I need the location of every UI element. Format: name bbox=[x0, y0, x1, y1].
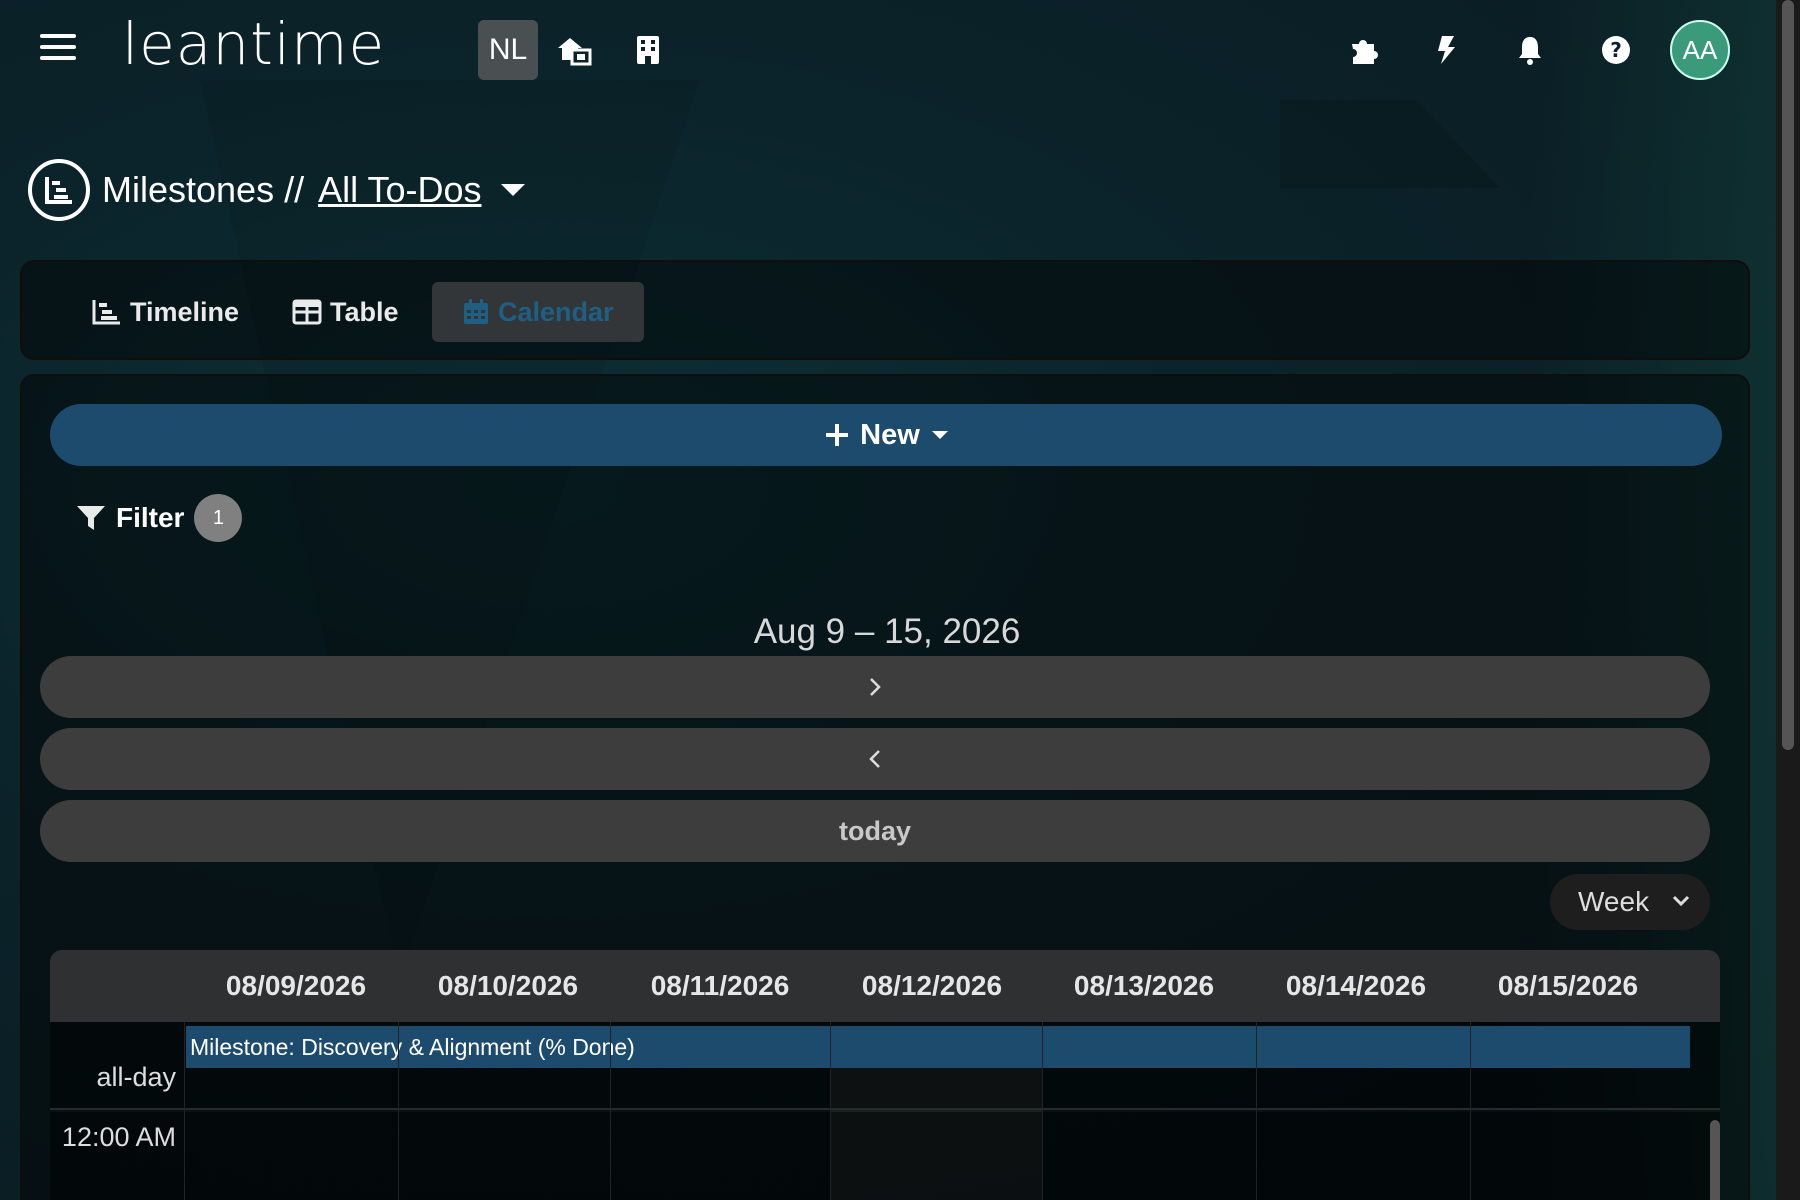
calendar-header: 08/09/2026 08/10/2026 08/11/2026 08/12/2… bbox=[50, 950, 1720, 1022]
chevron-left-icon bbox=[869, 750, 880, 768]
new-button[interactable]: New bbox=[50, 404, 1722, 466]
day-header: 08/09/2026 bbox=[225, 970, 367, 1001]
calendar-scrollbar[interactable] bbox=[1710, 1120, 1720, 1200]
next-week-button[interactable] bbox=[40, 656, 1710, 718]
view-selector-link[interactable]: All To-Dos bbox=[318, 169, 481, 211]
puzzle-icon[interactable] bbox=[1344, 30, 1384, 70]
project-badge[interactable]: NL bbox=[478, 20, 538, 80]
calendar-grid: 08/09/2026 08/10/2026 08/11/2026 08/12/2… bbox=[50, 950, 1720, 1200]
filter-icon bbox=[77, 506, 105, 530]
tab-timeline[interactable]: Timeline bbox=[82, 282, 249, 342]
tab-label: Table bbox=[330, 296, 399, 327]
tab-label: Timeline bbox=[130, 296, 240, 327]
view-tabs: Timeline Table Calendar bbox=[20, 260, 1750, 360]
previous-week-button[interactable] bbox=[40, 728, 1710, 790]
building-icon[interactable] bbox=[628, 30, 668, 70]
top-bar: leantime NL ? AA bbox=[0, 0, 1780, 100]
day-header: 08/14/2026 bbox=[1285, 970, 1427, 1001]
grid-line bbox=[398, 1022, 399, 1200]
day-header: 08/10/2026 bbox=[437, 970, 579, 1001]
calendar-icon bbox=[464, 299, 488, 324]
calendar-event[interactable]: Milestone: Discovery & Alignment (% Done… bbox=[186, 1026, 1690, 1068]
filter-button[interactable]: Filter 1 bbox=[76, 494, 243, 542]
grid-line bbox=[610, 1022, 611, 1200]
scrollbar-thumb[interactable] bbox=[1782, 0, 1794, 750]
milestones-icon bbox=[28, 159, 90, 221]
caret-down-icon bbox=[931, 431, 948, 439]
filter-count-badge: 1 bbox=[194, 494, 243, 542]
grid-line bbox=[1042, 1022, 1043, 1200]
time-label: 12:00 AM bbox=[61, 1122, 176, 1152]
day-header: 08/13/2026 bbox=[1073, 970, 1215, 1001]
calendar-range-title: Aug 9 – 15, 2026 bbox=[753, 612, 1021, 651]
calendar-panel: New Filter 1 Aug 9 – 15, 2026 today Week… bbox=[20, 374, 1750, 1200]
day-header: 08/12/2026 bbox=[861, 970, 1003, 1001]
bell-icon[interactable] bbox=[1510, 30, 1550, 70]
view-mode-value: Week bbox=[1578, 886, 1650, 917]
view-mode-select[interactable]: Week bbox=[1550, 874, 1710, 930]
lightning-icon[interactable] bbox=[1426, 30, 1466, 70]
menu-toggle-icon[interactable] bbox=[40, 34, 76, 64]
grid-line bbox=[184, 1022, 185, 1200]
chevron-down-icon[interactable] bbox=[501, 184, 526, 196]
all-day-label: all-day bbox=[96, 1062, 176, 1092]
new-button-label: New bbox=[860, 418, 920, 451]
grid-line bbox=[1256, 1022, 1257, 1200]
page-title-row: Milestones // All To-Dos bbox=[28, 158, 526, 222]
plus-icon bbox=[826, 424, 849, 446]
day-header: 08/11/2026 bbox=[650, 970, 790, 1001]
page-title: Milestones // bbox=[102, 169, 305, 210]
grid-line bbox=[830, 1022, 831, 1200]
today-button[interactable]: today bbox=[40, 800, 1710, 862]
tab-calendar[interactable]: Calendar bbox=[432, 282, 644, 342]
app-logo[interactable]: leantime bbox=[122, 10, 385, 78]
chevron-right-icon bbox=[870, 678, 881, 696]
timeline-icon bbox=[92, 300, 120, 325]
page-scrollbar[interactable] bbox=[1776, 0, 1800, 1200]
table-icon bbox=[292, 299, 322, 325]
tab-label: Calendar bbox=[498, 296, 614, 327]
home-building-icon[interactable] bbox=[554, 30, 594, 70]
background-shape bbox=[1280, 100, 1500, 188]
day-header: 08/15/2026 bbox=[1497, 970, 1639, 1001]
help-icon[interactable]: ? bbox=[1596, 30, 1636, 70]
svg-text:?: ? bbox=[1610, 38, 1622, 62]
tab-table[interactable]: Table bbox=[282, 282, 409, 342]
filter-label: Filter bbox=[116, 502, 185, 533]
user-avatar[interactable]: AA bbox=[1670, 20, 1730, 80]
chevron-down-icon bbox=[1672, 895, 1690, 907]
grid-line bbox=[1470, 1022, 1471, 1200]
